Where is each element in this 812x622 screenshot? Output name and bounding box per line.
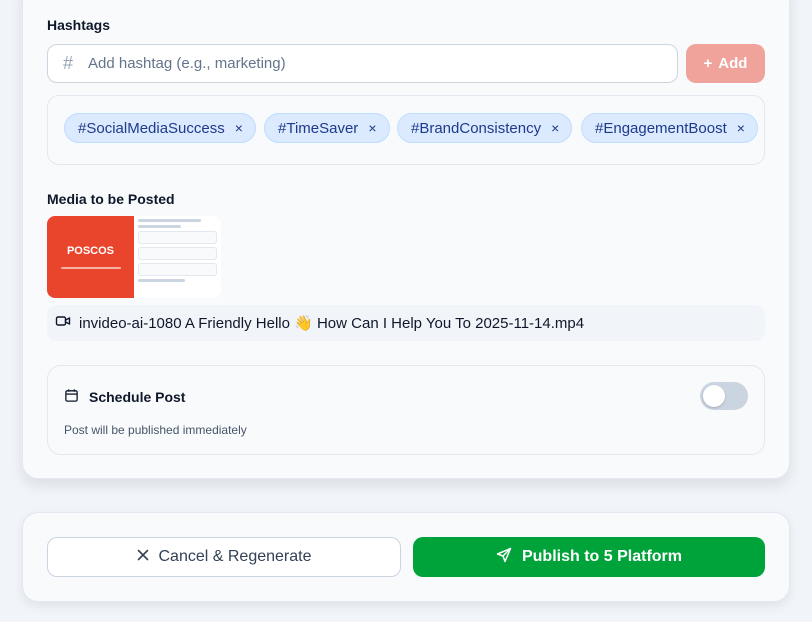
hashtag-chip-label: #SocialMediaSuccess [78, 119, 225, 137]
remove-hashtag-close-icon[interactable]: × [737, 120, 745, 136]
remove-hashtag-close-icon[interactable]: × [235, 120, 243, 136]
thumbnail-brand-panel: POSCOS [47, 216, 134, 298]
thumbnail-content-panel [134, 216, 221, 298]
add-button-label: Add [718, 55, 748, 72]
hashtag-chip: #TimeSaver × [264, 113, 390, 143]
cancel-regenerate-button[interactable]: Cancel & Regenerate [47, 537, 401, 577]
schedule-post-status: Post will be published immediately [64, 423, 247, 437]
plus-icon: + [703, 55, 713, 72]
schedule-post-label: Schedule Post [89, 389, 186, 405]
media-label: Media to be Posted [47, 191, 175, 207]
hashtag-chip-label: #EngagementBoost [595, 119, 727, 137]
send-icon [496, 547, 512, 568]
add-hashtag-button[interactable]: + Add [686, 44, 765, 83]
calendar-icon [64, 388, 79, 406]
remove-hashtag-close-icon[interactable]: × [551, 120, 559, 136]
hashtag-chip-label: #BrandConsistency [411, 119, 542, 137]
schedule-post-toggle[interactable] [700, 382, 748, 410]
media-thumbnail[interactable]: POSCOS [47, 216, 221, 298]
video-icon [55, 313, 71, 333]
cancel-button-label: Cancel & Regenerate [158, 548, 312, 565]
hashtag-input[interactable] [88, 45, 677, 82]
remove-hashtag-close-icon[interactable]: × [368, 120, 376, 136]
publish-button[interactable]: Publish to 5 Platform [413, 537, 765, 577]
hashtag-chip: #SocialMediaSuccess × [64, 113, 256, 143]
hashtag-chip-label: #TimeSaver [278, 119, 359, 137]
schedule-post-title: Schedule Post [64, 388, 185, 406]
hashtag-chip: #EngagementBoost × [581, 113, 758, 143]
close-icon [137, 548, 149, 566]
hashtag-chip: #BrandConsistency × [397, 113, 573, 143]
thumbnail-subline [60, 267, 121, 269]
hash-icon: # [62, 53, 73, 73]
schedule-post-card: Schedule Post Post will be published imm… [47, 365, 765, 455]
thumbnail-brand: POSCOS [66, 245, 115, 257]
hashtag-input-wrapper[interactable]: # [47, 44, 678, 83]
media-file-name: invideo-ai-1080 A Friendly Hello 👋 How C… [79, 315, 585, 332]
media-file-row: invideo-ai-1080 A Friendly Hello 👋 How C… [47, 305, 765, 341]
hashtag-list: #SocialMediaSuccess × #TimeSaver × #Bran… [47, 95, 765, 165]
toggle-knob [703, 385, 725, 407]
publish-button-label: Publish to 5 Platform [521, 548, 682, 565]
hashtags-label: Hashtags [47, 17, 111, 33]
